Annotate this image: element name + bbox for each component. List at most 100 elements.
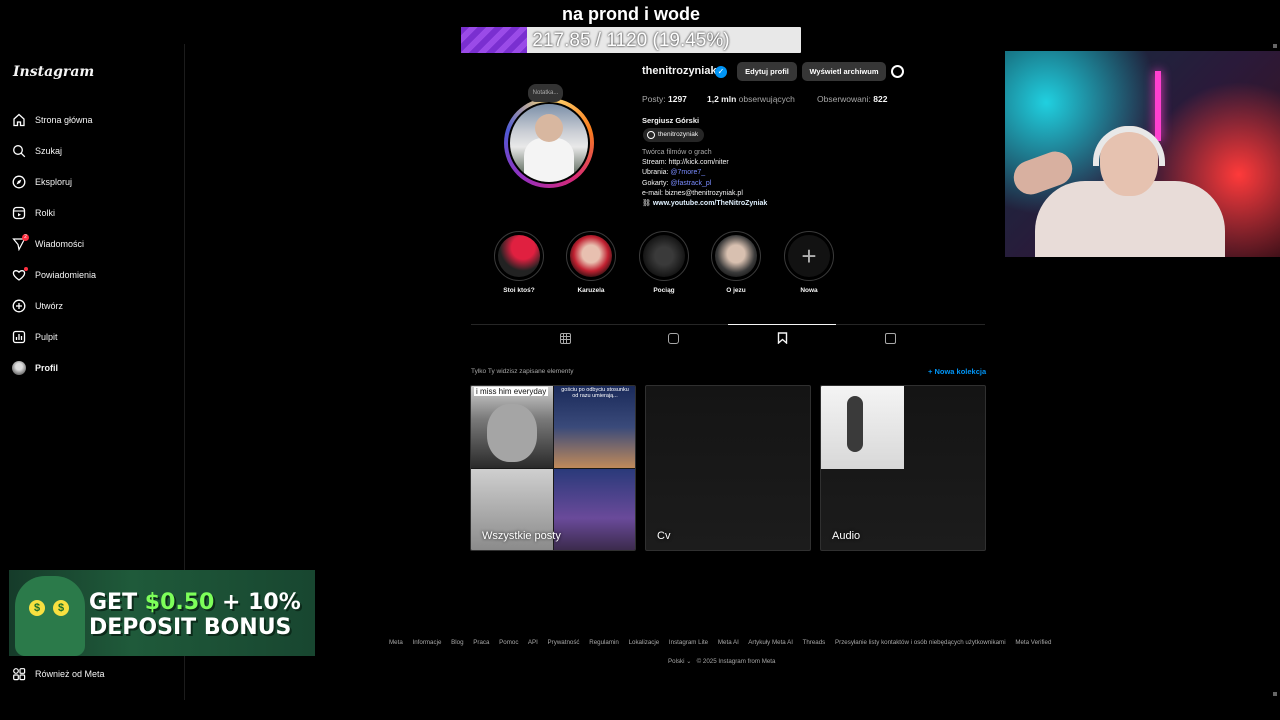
dashboard-icon bbox=[12, 330, 26, 344]
threads-badge[interactable]: thenitrozyniak bbox=[643, 128, 705, 142]
collection-audio[interactable]: Audio bbox=[820, 385, 986, 551]
sidebar-item-home[interactable]: Strona główna bbox=[0, 104, 185, 135]
tab-tagged[interactable] bbox=[836, 325, 944, 351]
sidebar-item-label: Utwórz bbox=[35, 300, 64, 311]
collection-thumbnail: gościu po odbyciu stosunku od razu umier… bbox=[554, 386, 635, 468]
ad-headline: GET $0.50 + 10% bbox=[89, 590, 301, 615]
footer-link[interactable]: Praca bbox=[473, 639, 489, 646]
sidebar-item-dashboard[interactable]: Pulpit bbox=[0, 321, 185, 352]
settings-gear-icon[interactable] bbox=[891, 65, 904, 78]
profile-picture[interactable] bbox=[504, 98, 594, 188]
new-highlight-button[interactable]: + Nowa bbox=[784, 231, 834, 294]
donation-goal-title: na prond i wode bbox=[562, 4, 700, 24]
sidebar-item-messages[interactable]: 2 Wiadomości bbox=[0, 228, 185, 259]
bio-stream-line: Stream: http://kick.com/niter bbox=[642, 159, 729, 167]
sidebar-item-create[interactable]: Utwórz bbox=[0, 290, 185, 321]
footer-link[interactable]: Informacje bbox=[413, 639, 442, 646]
profile-username: thenitrozyniak bbox=[642, 65, 717, 77]
heart-icon bbox=[12, 266, 28, 282]
instagram-logo[interactable]: Instagram bbox=[13, 64, 94, 80]
footer-link[interactable]: Pomoc bbox=[499, 639, 518, 646]
streamer-webcam bbox=[1005, 51, 1280, 257]
footer-link[interactable]: Przesyłanie listy kontaktów i osób niebę… bbox=[835, 639, 1006, 646]
clothes-mention-link[interactable]: @7more7_ bbox=[670, 169, 705, 176]
threads-icon bbox=[647, 131, 655, 139]
sidebar-item-label: Profil bbox=[35, 362, 59, 373]
footer-link[interactable]: API bbox=[528, 639, 538, 646]
highlight-item[interactable]: O jezu bbox=[711, 231, 761, 294]
highlight-item[interactable]: Karuzela bbox=[566, 231, 616, 294]
compass-icon bbox=[12, 175, 26, 189]
collection-thumbnail: i miss him everyday bbox=[471, 386, 553, 468]
reels-icon bbox=[667, 332, 679, 344]
chevron-down-icon: ⌄ bbox=[686, 658, 692, 665]
scrollbar-down-arrow[interactable] bbox=[1273, 692, 1277, 696]
footer-link[interactable]: Meta bbox=[389, 639, 403, 646]
search-icon bbox=[12, 144, 26, 158]
footer-link[interactable]: Meta AI bbox=[718, 639, 739, 646]
donation-goal-bar: 217.85 / 1120 (19.45%) bbox=[461, 27, 801, 53]
following-count[interactable]: Obserwowani: 822 bbox=[817, 94, 887, 104]
sidebar-item-notifications[interactable]: Powiadomienia bbox=[0, 259, 185, 290]
bookmark-icon bbox=[777, 331, 787, 344]
collection-name: Wszystkie posty bbox=[482, 530, 561, 542]
profile-full-name: Sergiusz Górski bbox=[642, 116, 700, 125]
highlight-item[interactable]: Stoi ktoś? bbox=[494, 231, 544, 294]
sidebar-item-label: Wiadomości bbox=[35, 238, 85, 249]
edit-profile-button[interactable]: Edytuj profil bbox=[737, 62, 797, 81]
followers-count[interactable]: 1,2 mln obserwujących bbox=[707, 94, 795, 104]
note-bubble[interactable]: Notatka... bbox=[528, 84, 563, 102]
footer-link[interactable]: Lokalizacje bbox=[629, 639, 660, 646]
grid-icon bbox=[559, 332, 571, 344]
meta-apps-icon bbox=[12, 667, 26, 681]
copyright: © 2025 Instagram from Meta bbox=[696, 658, 776, 665]
footer-link[interactable]: Threads bbox=[803, 639, 826, 646]
collection-cv[interactable]: Cv bbox=[645, 385, 811, 551]
bio-gokart-line: Gokarty: @fastrack_pl bbox=[642, 179, 712, 187]
ad-character-image: $ $ bbox=[15, 576, 85, 656]
also-from-meta-label: Również od Meta bbox=[35, 669, 105, 679]
footer-link[interactable]: Artykuły Meta AI bbox=[748, 639, 793, 646]
footer-link[interactable]: Instagram Lite bbox=[669, 639, 708, 646]
also-from-meta-link[interactable]: Również od Meta bbox=[12, 667, 105, 681]
footer-link[interactable]: Blog bbox=[451, 639, 463, 646]
footer-link[interactable]: Prywatność bbox=[548, 639, 580, 646]
verified-badge-icon: ✓ bbox=[715, 66, 727, 78]
language-select[interactable]: Polski ⌄ bbox=[668, 658, 691, 665]
sidebar-item-label: Strona główna bbox=[35, 114, 93, 125]
sidebar-item-profile[interactable]: Profil bbox=[0, 352, 185, 383]
sidebar-item-label: Rolki bbox=[35, 207, 56, 218]
donation-goal-text: 217.85 / 1120 (19.45%) bbox=[532, 30, 730, 51]
bio-website-link[interactable]: ⛓ www.youtube.com/TheNitroZyniak bbox=[642, 199, 767, 209]
bio-email-line: e-mail: biznes@thenitrozyniak.pl bbox=[642, 189, 743, 197]
sidebar-item-reels[interactable]: Rolki bbox=[0, 197, 185, 228]
tab-reels[interactable] bbox=[619, 325, 727, 351]
footer-link[interactable]: Regulamin bbox=[589, 639, 619, 646]
sidebar-item-search[interactable]: Szukaj bbox=[0, 135, 185, 166]
footer-links: Meta Informacje Blog Praca Pomoc API Pry… bbox=[389, 639, 1059, 646]
gokart-mention-link[interactable]: @fastrack_pl bbox=[670, 180, 711, 187]
home-icon bbox=[12, 113, 26, 127]
collection-thumbnail bbox=[554, 469, 635, 550]
tab-saved[interactable] bbox=[728, 324, 836, 350]
link-icon: ⛓ bbox=[642, 200, 653, 208]
sidebar-item-label: Pulpit bbox=[35, 331, 58, 342]
footer-bottom: Polski ⌄ © 2025 Instagram from Meta bbox=[668, 658, 775, 665]
bio-category: Twórca filmów o grach bbox=[642, 149, 712, 156]
view-archive-button[interactable]: Wyświetl archiwum bbox=[802, 62, 886, 81]
profile-tabs bbox=[471, 324, 985, 350]
sidebar-item-label: Eksploruj bbox=[35, 176, 73, 187]
scrollbar-up-arrow[interactable] bbox=[1273, 44, 1277, 48]
tagged-person-icon bbox=[884, 332, 896, 344]
deposit-bonus-ad-banner: $ $ GET $0.50 + 10% DEPOSIT BONUS bbox=[9, 570, 315, 656]
highlight-item[interactable]: Pociąg bbox=[639, 231, 689, 294]
new-collection-button[interactable]: + Nowa kolekcja bbox=[928, 367, 986, 376]
ad-subheadline: DEPOSIT BONUS bbox=[89, 615, 292, 640]
plus-square-icon bbox=[12, 299, 26, 313]
tab-posts[interactable] bbox=[511, 325, 619, 351]
message-count-badge: 2 bbox=[22, 233, 29, 241]
collection-name: Cv bbox=[657, 530, 671, 542]
sidebar-item-explore[interactable]: Eksploruj bbox=[0, 166, 185, 197]
collection-all-posts[interactable]: i miss him everyday gościu po odbyciu st… bbox=[470, 385, 636, 551]
footer-link[interactable]: Meta Verified bbox=[1015, 639, 1051, 646]
